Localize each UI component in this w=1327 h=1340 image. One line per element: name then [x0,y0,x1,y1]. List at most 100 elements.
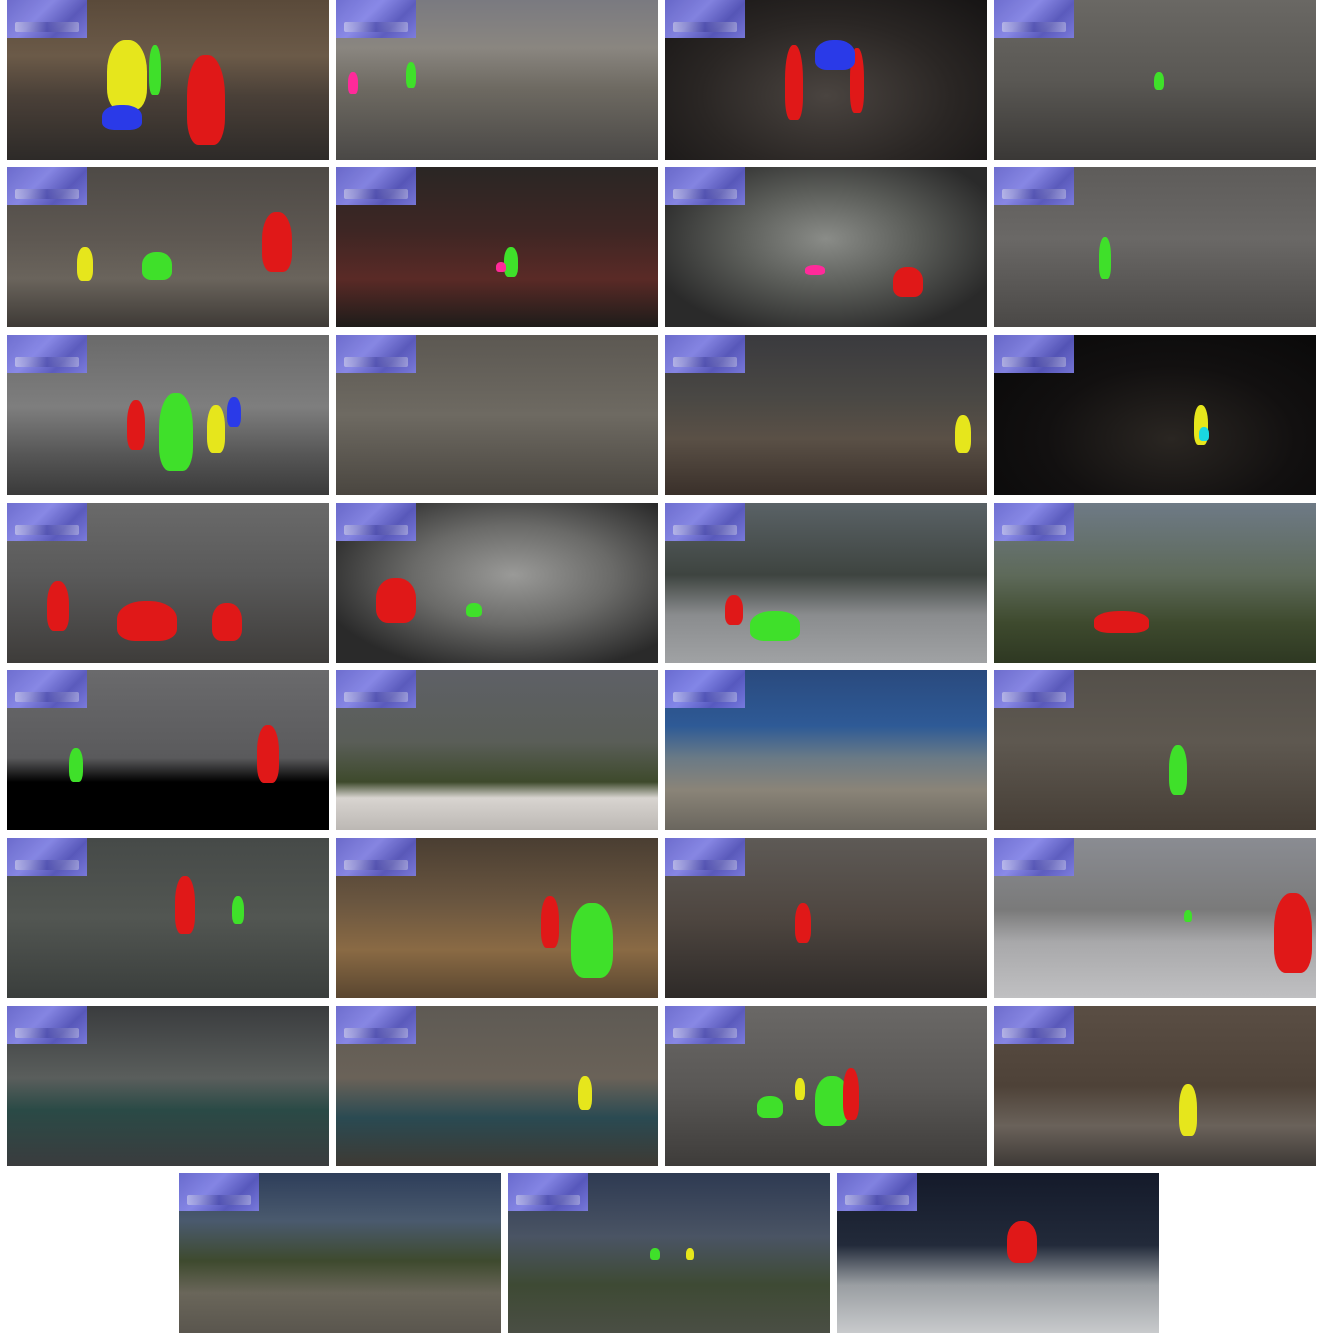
green-mask-figure [1099,237,1111,279]
yellow-mask-figure [207,405,225,453]
green-mask-figure [159,393,193,471]
panorama-tile-8 [994,167,1316,327]
red-mask-figure [1094,611,1149,633]
green-mask-figure [1169,745,1187,795]
green-mask-figure [650,1248,660,1260]
green-mask-figure [406,62,416,88]
thumbnail-inset [7,503,87,541]
panorama-tile-17 [7,670,329,830]
yellow-mask-figure [795,1078,805,1100]
yellow-mask-figure [77,247,93,281]
thumbnail-inset [7,670,87,708]
thumbnail-inset [994,335,1074,373]
image-grid [0,0,1327,1340]
red-mask-figure [785,45,803,120]
blue-mask-figure [227,397,241,427]
panorama-tile-21 [7,838,329,998]
red-mask-figure [262,212,292,272]
thumbnail-inset [7,0,87,38]
green-mask-figure [466,603,482,617]
red-mask-figure [187,55,225,145]
thumbnail-inset [665,0,745,38]
yellow-mask-figure [1179,1084,1197,1136]
red-mask-figure [212,603,242,641]
thumbnail-inset [994,838,1074,876]
red-mask-figure [47,581,69,631]
red-mask-figure [795,903,811,943]
panorama-tile-1 [7,0,329,160]
panorama-tile-13 [7,503,329,663]
green-mask-figure [750,611,800,641]
panorama-tile-6 [336,167,658,327]
blue-mask-figure [102,105,142,130]
thumbnail-inset [179,1173,259,1211]
red-mask-figure [843,1068,859,1120]
panorama-tile-26 [336,1006,658,1166]
thumbnail-inset [7,167,87,205]
panorama-tile-30 [508,1173,830,1333]
red-mask-figure [725,595,743,625]
pink-mask-figure [348,72,358,94]
panorama-tile-11 [665,335,987,495]
blue-mask-figure [815,40,855,70]
green-mask-figure [571,903,613,978]
red-mask-figure [541,896,559,948]
green-mask-figure [1154,72,1164,90]
red-mask-figure [1274,893,1312,973]
panorama-tile-3 [665,0,987,160]
thumbnail-inset [7,335,87,373]
green-mask-figure [1184,910,1192,922]
panorama-tile-7 [665,167,987,327]
yellow-mask-figure [578,1076,592,1110]
thumbnail-inset [665,335,745,373]
thumbnail-inset [994,1006,1074,1044]
red-mask-figure [257,725,279,783]
thumbnail-inset [336,167,416,205]
red-mask-figure [175,876,195,934]
thumbnail-inset [994,167,1074,205]
pink-mask-figure [496,262,506,272]
green-mask-figure [504,247,518,277]
thumbnail-inset [336,1006,416,1044]
thumbnail-inset [665,167,745,205]
red-mask-figure [127,400,145,450]
thumbnail-inset [336,335,416,373]
thumbnail-inset [336,838,416,876]
panorama-tile-19 [665,670,987,830]
panorama-tile-4 [994,0,1316,160]
thumbnail-inset [994,0,1074,38]
thumbnail-inset [665,670,745,708]
red-mask-figure [376,578,416,623]
thumbnail-inset [336,670,416,708]
thumbnail-inset [336,503,416,541]
panorama-tile-5 [7,167,329,327]
pink-mask-figure [805,265,825,275]
green-mask-figure [757,1096,783,1118]
yellow-mask-figure [107,40,147,110]
thumbnail-inset [665,838,745,876]
thumbnail-inset [994,670,1074,708]
panorama-tile-9 [7,335,329,495]
panorama-tile-10 [336,335,658,495]
panorama-tile-14 [336,503,658,663]
panorama-tile-15 [665,503,987,663]
thumbnail-inset [508,1173,588,1211]
yellow-mask-figure [955,415,971,453]
panorama-tile-23 [665,838,987,998]
red-mask-figure [117,601,177,641]
yellow-mask-figure [686,1248,694,1260]
panorama-tile-28 [994,1006,1316,1166]
thumbnail-inset [665,1006,745,1044]
panorama-tile-29 [179,1173,501,1333]
panorama-tile-25 [7,1006,329,1166]
cyan-mask-figure [1199,427,1209,441]
panorama-tile-12 [994,335,1316,495]
panorama-tile-16 [994,503,1316,663]
green-mask-figure [232,896,244,924]
green-mask-figure [149,45,161,95]
panorama-tile-2 [336,0,658,160]
panorama-tile-22 [336,838,658,998]
red-mask-figure [1007,1221,1037,1263]
thumbnail-inset [837,1173,917,1211]
thumbnail-inset [7,1006,87,1044]
